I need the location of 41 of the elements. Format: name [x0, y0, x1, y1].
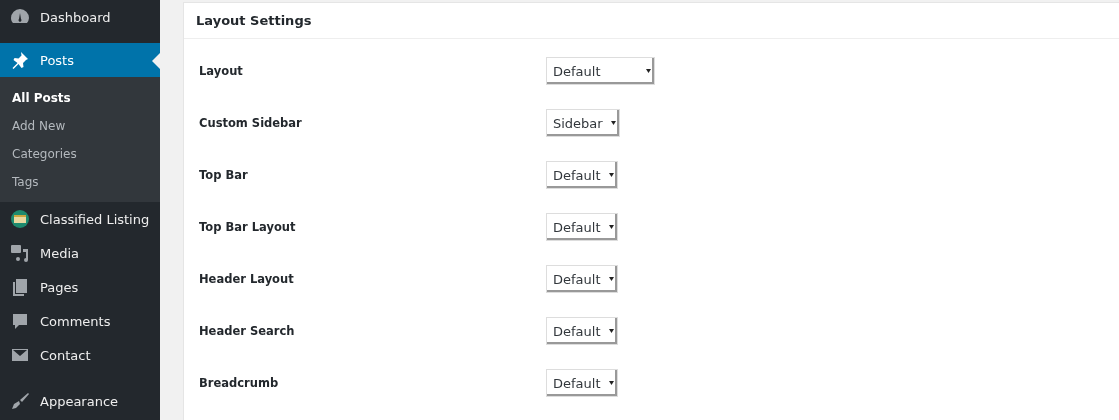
sidebar-item[interactable]: Media — [0, 236, 160, 270]
field-label: Custom Sidebar — [199, 116, 303, 130]
field-label: Breadcrumb — [199, 376, 280, 390]
field-label: Top Bar Layout — [199, 220, 297, 234]
submenu-item[interactable]: All Posts — [0, 84, 160, 112]
select-dropdown[interactable]: Default — [546, 57, 655, 85]
select-dropdown[interactable]: Default — [546, 265, 618, 293]
panel-title: Layout Settings — [184, 3, 1119, 39]
ads-icon — [10, 209, 30, 229]
field-label: Header Search — [199, 324, 296, 338]
caret-icon — [608, 225, 614, 229]
submenu-item[interactable]: Tags — [0, 168, 160, 196]
sidebar-item[interactable]: Classified Listing — [0, 202, 160, 236]
select-dropdown[interactable]: Default — [546, 161, 618, 189]
select-dropdown[interactable]: Sidebar — [546, 109, 620, 137]
submenu-item[interactable]: Add New — [0, 112, 160, 140]
sidebar-item[interactable]: Comments — [0, 304, 160, 338]
sidebar-item[interactable]: Dashboard — [0, 0, 160, 34]
caret-icon — [608, 329, 614, 333]
sidebar-item[interactable]: Contact — [0, 338, 160, 372]
field-label: Header Layout — [199, 272, 295, 286]
field-label: Top Bar — [199, 168, 249, 182]
select-dropdown[interactable]: Default — [546, 317, 618, 345]
sidebar-item[interactable]: Appearance — [0, 384, 160, 418]
media-icon — [10, 243, 30, 263]
paintbrush-icon — [10, 391, 30, 411]
submenu-item[interactable]: Categories — [0, 140, 160, 168]
pointer-arrow — [152, 53, 160, 69]
sidebar-item[interactable]: Posts — [0, 43, 160, 77]
caret-icon — [608, 173, 614, 177]
select-dropdown[interactable]: Default — [546, 369, 618, 397]
caret-icon — [608, 277, 614, 281]
pushpin-icon — [10, 50, 30, 70]
speech-bubble-icon — [10, 311, 30, 331]
pages-icon — [10, 277, 30, 297]
caret-icon — [608, 381, 614, 385]
caret-icon — [610, 121, 616, 125]
sidebar-item[interactable]: Pages — [0, 270, 160, 304]
select-dropdown[interactable]: Default — [546, 213, 618, 241]
caret-icon — [646, 69, 651, 73]
field-label: Layout — [199, 64, 244, 78]
